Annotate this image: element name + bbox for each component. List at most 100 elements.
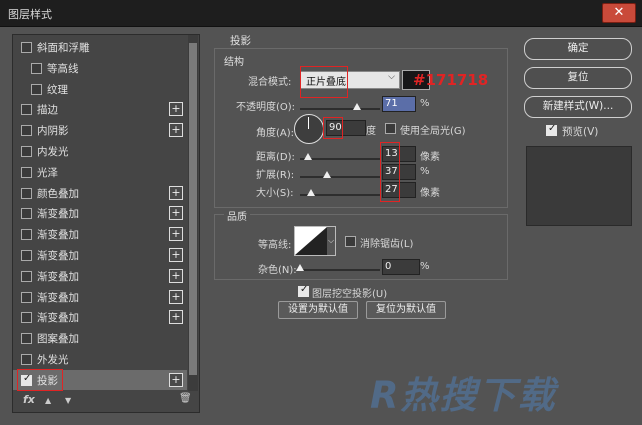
spread-slider-handle[interactable]	[323, 171, 331, 178]
add-effect-icon[interactable]: +	[169, 268, 183, 283]
sidebar-item-label: 外发光	[37, 354, 69, 366]
contour-preview[interactable]	[294, 226, 328, 256]
knockout-checkbox[interactable]	[298, 284, 309, 297]
spread-label: 扩展(R):	[256, 170, 295, 181]
add-effect-icon[interactable]: +	[169, 372, 183, 387]
sidebar-item-label: 内发光	[37, 146, 69, 158]
add-effect-icon[interactable]: +	[169, 102, 183, 117]
sidebar-item-checkbox[interactable]	[21, 250, 32, 261]
antialias-checkbox[interactable]	[345, 236, 356, 247]
noise-input[interactable]: 0	[382, 259, 420, 275]
sidebar-item-checkbox[interactable]	[21, 125, 32, 137]
sidebar-item-checkbox[interactable]	[21, 208, 32, 220]
sidebar-item-checkbox[interactable]	[31, 83, 42, 95]
sidebar-item[interactable]: 纹理	[13, 79, 187, 99]
drop-shadow-settings: 投影 结构 混合模式: 正片叠底 ⌵ #171718 不透明度(O): 71 %…	[210, 34, 510, 411]
opacity-slider-handle[interactable]	[352, 103, 361, 110]
sidebar-item[interactable]: 渐变叠加 +	[13, 245, 187, 265]
sidebar-item-label: 光泽	[37, 166, 58, 179]
annotation-box	[380, 142, 400, 202]
sidebar-item-checkbox[interactable]	[21, 291, 32, 303]
structure-title: 结构	[224, 57, 244, 68]
angle-needle	[308, 117, 309, 129]
watermark: R热搜下载	[370, 374, 557, 417]
style-list-toolbar: fx ▲ ▼ 🗑	[13, 391, 199, 412]
sidebar-item-checkbox[interactable]	[21, 229, 32, 241]
sidebar-item-label: 渐变叠加	[37, 270, 79, 283]
size-slider-handle[interactable]	[307, 189, 315, 196]
angle-dial[interactable]	[294, 114, 324, 144]
trash-icon[interactable]: 🗑	[179, 393, 192, 404]
sidebar-item[interactable]: 颜色叠加 +	[13, 183, 187, 203]
ok-button[interactable]: 确定	[524, 38, 632, 60]
sidebar-item[interactable]: ✓ 投影 +	[13, 368, 187, 391]
set-default-button[interactable]: 设置为默认值	[278, 301, 358, 319]
add-effect-icon[interactable]: +	[169, 227, 183, 242]
sidebar-item[interactable]: 外发光	[13, 349, 187, 369]
sidebar-item[interactable]: 渐变叠加 +	[13, 287, 187, 307]
annotation-box	[323, 117, 343, 139]
sidebar-item[interactable]: 渐变叠加 +	[13, 266, 187, 286]
color-hex-annotation: #171718	[413, 71, 489, 89]
chevron-down-icon: ⌵	[388, 72, 395, 82]
new-style-button[interactable]: 新建样式(W)...	[524, 96, 632, 118]
opacity-input[interactable]: 71	[382, 96, 416, 112]
sidebar-item-checkbox[interactable]	[21, 312, 32, 324]
quality-title: 品质	[224, 208, 250, 223]
global-light-checkbox[interactable]	[385, 123, 396, 134]
close-button[interactable]: ✕	[602, 3, 636, 23]
spread-slider[interactable]	[300, 176, 380, 178]
distance-slider-handle[interactable]	[304, 153, 312, 160]
sidebar-item-label: 渐变叠加	[37, 229, 79, 242]
contour-dropdown-arrow[interactable]: ⌵	[327, 226, 336, 256]
add-effect-icon[interactable]: +	[169, 185, 183, 200]
add-effect-icon[interactable]: +	[169, 310, 183, 325]
size-label: 大小(S):	[256, 188, 294, 199]
noise-unit: %	[420, 261, 430, 272]
reset-button[interactable]: 复位	[524, 67, 632, 89]
sidebar-item[interactable]: 渐变叠加 +	[13, 307, 187, 327]
add-effect-icon[interactable]: +	[169, 206, 183, 221]
sidebar-item[interactable]: 斜面和浮雕	[13, 37, 187, 57]
reset-default-button[interactable]: 复位为默认值	[366, 301, 446, 319]
angle-unit: 度	[366, 126, 376, 137]
sidebar-item-checkbox[interactable]	[21, 146, 32, 157]
sidebar-item-checkbox[interactable]	[31, 62, 42, 74]
style-list-scrollbar[interactable]	[188, 35, 198, 391]
sidebar-item-label: 渐变叠加	[37, 208, 79, 221]
sidebar-item-checkbox[interactable]	[21, 166, 32, 178]
fx-icon[interactable]: fx	[23, 393, 35, 406]
sidebar-item[interactable]: 渐变叠加 +	[13, 203, 187, 223]
add-effect-icon[interactable]: +	[169, 123, 183, 138]
sidebar-item-label: 等高线	[47, 62, 79, 75]
sidebar-item[interactable]: 等高线	[13, 58, 187, 78]
move-down-icon[interactable]: ▼	[65, 396, 71, 405]
opacity-slider[interactable]	[300, 108, 380, 110]
sidebar-item[interactable]: 内发光	[13, 141, 187, 161]
distance-slider[interactable]	[300, 158, 380, 160]
contour-curve-icon	[295, 227, 327, 255]
sidebar-item[interactable]: 光泽	[13, 162, 187, 182]
noise-slider[interactable]	[300, 269, 380, 271]
sidebar-item-checkbox[interactable]	[21, 270, 32, 282]
sidebar-item-checkbox[interactable]	[21, 187, 32, 199]
scrollbar-thumb[interactable]	[189, 43, 197, 375]
add-effect-icon[interactable]: +	[169, 289, 183, 304]
sidebar-item-checkbox[interactable]	[21, 333, 32, 345]
move-up-icon[interactable]: ▲	[45, 396, 51, 405]
sidebar-item[interactable]: 内阴影 +	[13, 120, 187, 140]
sidebar-item-checkbox[interactable]	[21, 42, 32, 53]
preview-checkbox[interactable]	[546, 123, 557, 136]
noise-slider-handle[interactable]	[296, 264, 304, 271]
sidebar-item[interactable]: 图案叠加	[13, 328, 187, 348]
add-effect-icon[interactable]: +	[169, 248, 183, 262]
sidebar-item-checkbox[interactable]	[21, 104, 32, 116]
section-title: 投影	[230, 35, 251, 47]
style-preview	[526, 146, 632, 226]
blend-mode-label: 混合模式:	[248, 77, 292, 88]
global-light-label: 使用全局光(G)	[400, 126, 466, 137]
sidebar-item[interactable]: 渐变叠加 +	[13, 224, 187, 244]
sidebar-item-checkbox[interactable]	[21, 354, 32, 365]
sidebar-item[interactable]: 描边 +	[13, 99, 187, 119]
sidebar-item-label: 纹理	[47, 83, 68, 96]
